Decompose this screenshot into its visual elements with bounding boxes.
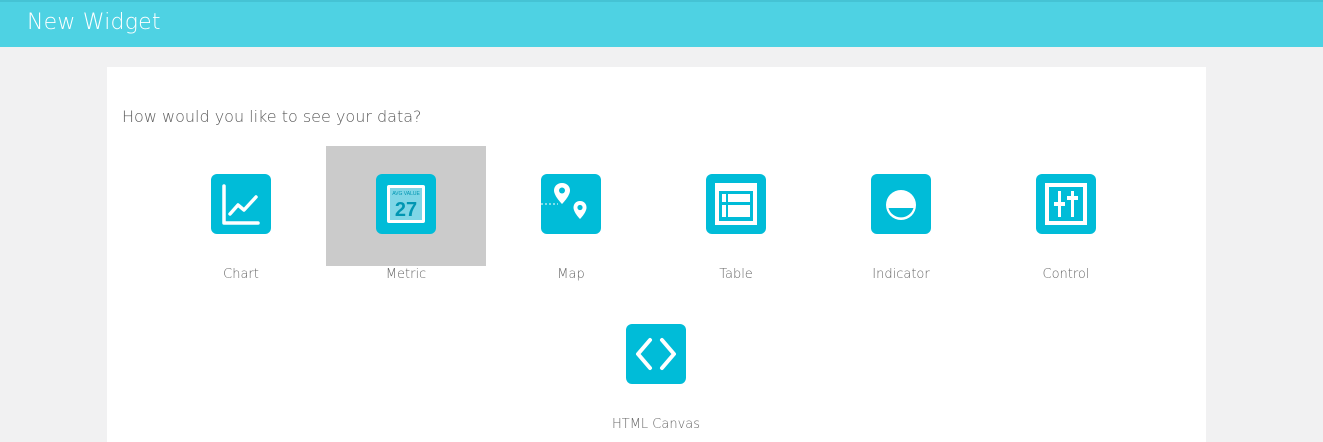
widget-option-map[interactable]: Map — [491, 146, 651, 286]
widget-option-chart[interactable]: Chart — [161, 146, 321, 286]
metric-icon-value: 27 — [395, 199, 417, 221]
table-icon — [706, 174, 766, 234]
widget-type-panel: How would you like to see your data? Cha… — [107, 67, 1206, 442]
widget-option-indicator[interactable]: Indicator — [821, 146, 981, 286]
widget-label-metric: Metric — [385, 267, 427, 282]
widget-label-table: Table — [719, 267, 753, 282]
indicator-icon — [871, 174, 931, 234]
page-title: New Widget — [27, 10, 161, 35]
widget-label-chart: Chart — [223, 267, 259, 282]
widget-option-html-canvas[interactable]: HTML Canvas — [576, 296, 736, 436]
widget-label-indicator: Indicator — [872, 267, 930, 282]
widget-option-control[interactable]: Control — [986, 146, 1146, 286]
widget-label-html-canvas: HTML Canvas — [611, 417, 701, 432]
header-bar: New Widget — [0, 0, 1323, 47]
widget-label-control: Control — [1042, 267, 1090, 282]
chart-icon — [211, 174, 271, 234]
panel-question: How would you like to see your data? — [122, 107, 422, 126]
control-icon — [1036, 174, 1096, 234]
metric-icon: AVG VALUE 27 — [376, 174, 436, 234]
widget-label-map: Map — [557, 267, 585, 282]
map-icon — [541, 174, 601, 234]
metric-icon-caption: AVG VALUE — [392, 191, 420, 197]
widget-option-metric[interactable]: AVG VALUE 27 Metric — [326, 146, 486, 286]
widget-option-table[interactable]: Table — [656, 146, 816, 286]
code-brackets-icon — [626, 324, 686, 384]
